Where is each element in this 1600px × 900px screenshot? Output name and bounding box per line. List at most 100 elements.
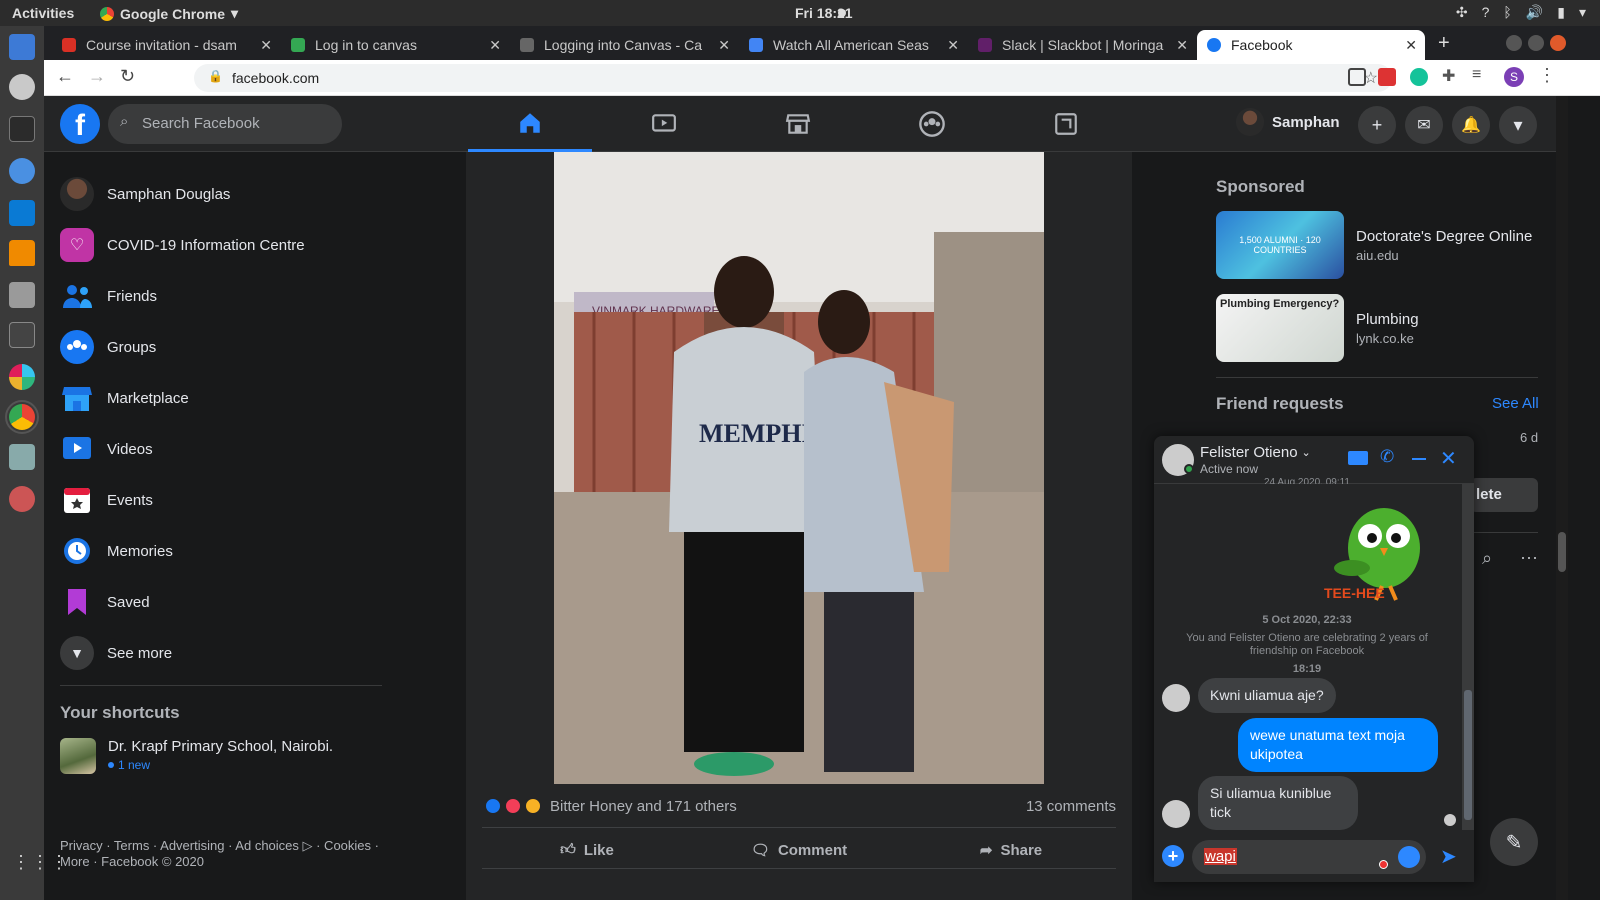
chat-scroll-thumb[interactable] [1464,690,1472,820]
new-message-button[interactable]: ✎ [1490,818,1538,866]
phone-call-icon[interactable]: ✆ [1380,447,1394,467]
vlc-icon[interactable] [9,240,35,266]
nav-watch[interactable] [602,96,726,152]
post-photo[interactable]: VINMARK HARDWARE MEMPHIS [554,152,1044,784]
page-scrollbar[interactable] [1556,96,1568,900]
extension-red-icon[interactable] [1378,68,1396,86]
notifications-button[interactable]: 🔔 [1452,106,1490,144]
sidebar-item-marketplace[interactable]: Marketplace [60,376,189,420]
send-icon[interactable]: ➤ [1440,844,1457,869]
minimize-chat-icon[interactable] [1412,458,1426,460]
media-queue-icon[interactable]: ≡ [1472,66,1481,84]
tab-watch-all-american[interactable]: Watch All American Seas ✕ [739,30,967,60]
comment-button[interactable]: 🗨︎ Comment [694,832,904,868]
profile-avatar[interactable]: S [1504,67,1524,87]
nav-groups[interactable] [870,96,994,152]
settings-app-icon[interactable] [9,486,35,512]
shortcut-item[interactable]: Dr. Krapf Primary School, Nairobi. 1 new [60,738,333,774]
sidebar-item-profile[interactable]: Samphan Douglas [60,172,230,216]
vscode-icon[interactable] [9,200,35,226]
account-menu-button[interactable]: ▾ [1499,106,1537,144]
facebook-logo[interactable]: f [60,104,100,144]
new-tab-button[interactable]: + [1438,32,1450,55]
slack-icon[interactable] [9,364,35,390]
sidebar-item-groups[interactable]: Groups [60,325,156,369]
close-window-button[interactable] [1550,35,1566,51]
ad-item[interactable]: 1,500 ALUMNI · 120 COUNTRIES Doctorate's… [1216,211,1532,279]
tab-slack[interactable]: Slack | Slackbot | Moringa ✕ [968,30,1196,60]
message-input[interactable]: wapi [1192,840,1426,874]
contacts-search-icon[interactable]: ⌕ [1482,548,1492,569]
back-button[interactable]: ← [56,66,74,87]
see-all-link[interactable]: See All [1492,395,1539,412]
nav-home[interactable] [468,96,592,152]
chat-contact-name[interactable]: Felister Otieno ⌄ [1200,444,1311,461]
sidebar-item-videos[interactable]: Videos [60,427,153,471]
sidebar-item-memories[interactable]: Memories [60,529,173,573]
delete-request-button[interactable]: lete [1470,478,1538,512]
message-received[interactable]: Si uliamua kuniblue tick [1198,776,1358,830]
close-chat-icon[interactable]: ✕ [1440,446,1457,471]
sidebar-see-more[interactable]: ▼ See more [60,631,172,675]
maximize-window-button[interactable] [1528,35,1544,51]
chrome-dock-icon[interactable] [5,400,39,434]
tab-logging-canvas[interactable]: Logging into Canvas - Ca ✕ [510,30,738,60]
sidebar-item-covid[interactable]: ♡ COVID-19 Information Centre [60,223,305,267]
files-icon[interactable] [9,34,35,60]
profile-chip[interactable]: Samphan [1236,108,1340,136]
share-button[interactable]: ➦ Share [906,832,1116,868]
activities-button[interactable]: Activities [12,5,74,21]
video-call-icon[interactable] [1348,451,1368,465]
bluetooth-icon[interactable]: ᛒ [1503,4,1511,21]
message-sent[interactable]: wewe unatuma text moja ukipotea [1238,718,1438,772]
tab-facebook[interactable]: Facebook ✕ [1197,30,1425,60]
ad-item[interactable]: Plumbing Emergency? Plumbing lynk.co.ke [1216,294,1419,362]
search-box[interactable]: ⌕ Search Facebook [108,104,342,144]
minimize-window-button[interactable] [1506,35,1522,51]
video-editor-icon[interactable] [9,322,35,348]
create-button[interactable]: + [1358,106,1396,144]
nav-marketplace[interactable] [736,96,860,152]
emoji-icon[interactable] [1398,846,1420,868]
comments-count[interactable]: 13 comments [1026,798,1116,815]
messenger-button[interactable]: ✉ [1405,106,1443,144]
power-menu-icon[interactable]: ▾ [1579,4,1586,21]
archive-icon[interactable] [9,282,35,308]
nav-gaming[interactable] [1004,96,1128,152]
close-tab-icon[interactable]: ✕ [260,37,272,54]
forward-button[interactable]: → [88,66,106,87]
contacts-options-icon[interactable]: ⋯ [1520,548,1538,569]
image-viewer-icon[interactable] [9,444,35,470]
disk-icon[interactable] [9,74,35,100]
tab-canvas-login[interactable]: Log in to canvas ✕ [281,30,509,60]
tab-course-invitation[interactable]: Course invitation - dsam ✕ [52,30,280,60]
sidebar-item-events[interactable]: Events [60,478,153,522]
reactions-summary[interactable]: Bitter Honey and 171 others [484,797,737,815]
close-tab-icon[interactable]: ✕ [947,37,959,54]
extension-cube-icon[interactable] [1348,68,1366,86]
reload-button[interactable]: ↻ [120,66,135,87]
terminal-icon[interactable] [9,116,35,142]
like-button[interactable]: 👍︎ Like [482,832,692,868]
message-received[interactable]: Kwni uliamua aje? [1198,678,1336,713]
sidebar-item-friends[interactable]: Friends [60,274,157,318]
chrome-menu-icon[interactable]: ⋮ [1538,65,1556,86]
address-bar[interactable]: 🔒 facebook.com ☆ [194,64,1392,92]
close-tab-icon[interactable]: ✕ [1405,37,1417,54]
help-icon[interactable]: ? [1482,4,1490,21]
app-menu[interactable]: Google Chrome ▾ [100,5,238,22]
extensions-puzzle-icon[interactable]: ✚ [1442,66,1455,86]
chat-scrollbar[interactable] [1462,484,1474,830]
close-tab-icon[interactable]: ✕ [489,37,501,54]
chromium-icon[interactable] [9,158,35,184]
scrollbar-thumb[interactable] [1558,532,1566,572]
close-tab-icon[interactable]: ✕ [1176,37,1188,54]
add-attachment-icon[interactable]: + [1162,845,1184,867]
battery-icon[interactable]: ▮ [1557,4,1565,21]
grammarly-icon[interactable] [1410,68,1428,86]
volume-icon[interactable]: 🔊 [1526,4,1543,21]
close-tab-icon[interactable]: ✕ [718,37,730,54]
system-tray[interactable]: ✣ ? ᛒ 🔊 ▮ ▾ [1456,4,1586,21]
slack-tray-icon[interactable]: ✣ [1456,4,1468,21]
footer-links[interactable]: Privacy · Terms · Advertising · Ad choic… [60,838,380,870]
